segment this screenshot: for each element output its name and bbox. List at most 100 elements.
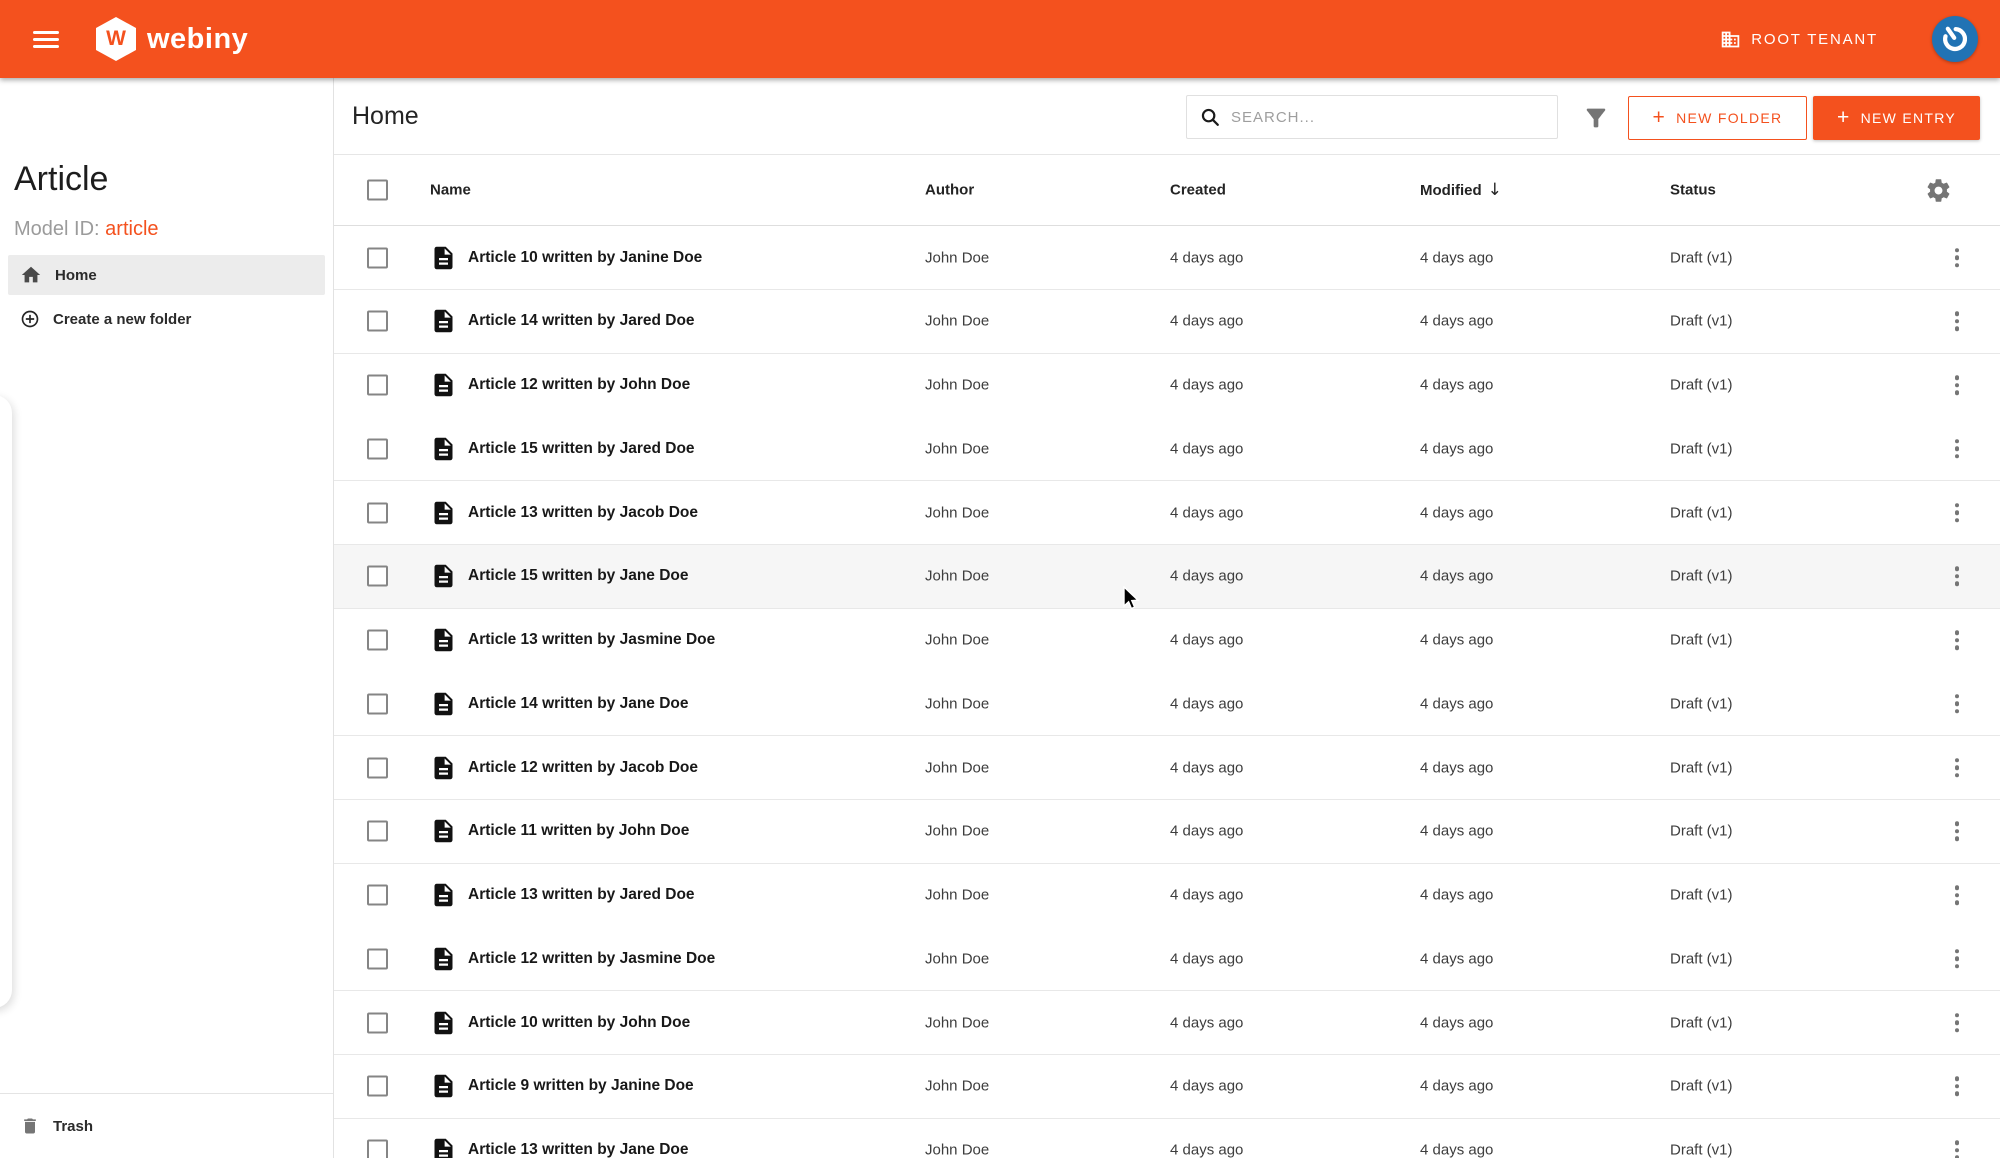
page-title: Home xyxy=(352,102,419,130)
table-body: Article 10 written by Janine Doe John Do… xyxy=(334,226,2000,1158)
model-id-label: Model ID: xyxy=(14,218,100,240)
row-checkbox[interactable] xyxy=(367,310,388,332)
article-name-link[interactable]: Article 13 written by Jasmine Doe xyxy=(468,631,715,649)
column-header-created[interactable]: Created xyxy=(1170,182,1226,199)
created-cell: 4 days ago xyxy=(1170,440,1244,458)
article-name-link[interactable]: Article 11 written by John Doe xyxy=(468,822,689,840)
add-circle-icon xyxy=(20,309,40,329)
row-checkbox[interactable] xyxy=(367,374,388,396)
table-row[interactable]: Article 15 written by Jane Doe John Doe … xyxy=(334,544,2000,609)
article-name-link[interactable]: Article 13 written by Jacob Doe xyxy=(468,504,698,522)
table-row[interactable]: Article 13 written by Jasmine Doe John D… xyxy=(334,608,2000,673)
table-row[interactable]: Article 9 written by Janine Doe John Doe… xyxy=(334,1054,2000,1119)
row-checkbox[interactable] xyxy=(367,438,388,460)
row-menu-button[interactable] xyxy=(1934,563,1980,591)
row-menu-button[interactable] xyxy=(1934,754,1980,782)
row-checkbox[interactable] xyxy=(367,502,388,523)
table-row[interactable]: Article 12 written by Jasmine Doe John D… xyxy=(334,927,2000,992)
row-checkbox[interactable] xyxy=(367,948,388,970)
create-folder-button[interactable]: Create a new folder xyxy=(8,300,325,338)
webiny-logo: W webiny xyxy=(96,17,248,61)
table-row[interactable]: Article 15 written by Jared Doe John Doe… xyxy=(334,417,2000,482)
article-name-link[interactable]: Article 13 written by Jared Doe xyxy=(468,886,695,904)
article-name-link[interactable]: Article 15 written by Jane Doe xyxy=(468,567,689,585)
table-row[interactable]: Article 12 written by John Doe John Doe … xyxy=(334,353,2000,418)
author-cell: John Doe xyxy=(925,950,990,968)
new-entry-button[interactable]: + NEW ENTRY xyxy=(1813,96,1980,140)
plus-icon: + xyxy=(1836,105,1851,129)
article-name-link[interactable]: Article 15 written by Jared Doe xyxy=(468,440,695,458)
row-menu-button[interactable] xyxy=(1934,945,1980,973)
row-menu-button[interactable] xyxy=(1934,881,1980,909)
row-menu-button[interactable] xyxy=(1934,435,1980,463)
row-checkbox[interactable] xyxy=(367,757,388,778)
modified-cell: 4 days ago xyxy=(1420,504,1494,521)
home-icon xyxy=(20,264,42,286)
column-header-name[interactable]: Name xyxy=(430,182,471,199)
row-menu-button[interactable] xyxy=(1934,1009,1980,1037)
row-menu-button[interactable] xyxy=(1934,1073,1980,1101)
article-name-link[interactable]: Article 10 written by Janine Doe xyxy=(468,249,702,267)
article-file-icon xyxy=(430,754,457,781)
table-row[interactable]: Article 10 written by Janine Doe John Do… xyxy=(334,226,2000,290)
table-row[interactable]: Article 11 written by John Doe John Doe … xyxy=(334,799,2000,864)
row-checkbox[interactable] xyxy=(367,884,388,906)
status-cell: Draft (v1) xyxy=(1670,376,1733,394)
created-cell: 4 days ago xyxy=(1170,376,1244,394)
article-name-link[interactable]: Article 14 written by Jared Doe xyxy=(468,312,695,330)
modified-cell: 4 days ago xyxy=(1420,376,1494,394)
article-name-link[interactable]: Article 10 written by John Doe xyxy=(468,1014,690,1032)
row-menu-button[interactable] xyxy=(1934,690,1980,718)
search-input[interactable] xyxy=(1231,108,1545,126)
user-avatar[interactable] xyxy=(1932,16,1978,62)
column-header-modified[interactable]: Modified ↓ xyxy=(1420,180,1502,200)
new-folder-button[interactable]: + NEW FOLDER xyxy=(1628,96,1807,140)
row-checkbox[interactable] xyxy=(367,1012,388,1033)
article-name-link[interactable]: Article 14 written by Jane Doe xyxy=(468,695,689,713)
modified-cell: 4 days ago xyxy=(1420,822,1494,840)
column-header-author[interactable]: Author xyxy=(925,182,974,199)
table-settings-button[interactable] xyxy=(1923,175,1953,205)
table-row[interactable]: Article 14 written by Jared Doe John Doe… xyxy=(334,289,2000,354)
table-row[interactable]: Article 12 written by Jacob Doe John Doe… xyxy=(334,736,2000,800)
table-row[interactable]: Article 14 written by Jane Doe John Doe … xyxy=(334,672,2000,737)
row-checkbox[interactable] xyxy=(367,820,388,842)
table-row[interactable]: Article 10 written by John Doe John Doe … xyxy=(334,991,2000,1055)
article-name-link[interactable]: Article 12 written by Jacob Doe xyxy=(468,759,698,777)
author-cell: John Doe xyxy=(925,631,990,649)
status-cell: Draft (v1) xyxy=(1670,950,1733,968)
trash-button[interactable]: Trash xyxy=(8,1105,325,1147)
article-name-link[interactable]: Article 13 written by Jane Doe xyxy=(468,1141,689,1158)
building-icon xyxy=(1720,29,1741,50)
modified-cell: 4 days ago xyxy=(1420,567,1494,585)
row-checkbox[interactable] xyxy=(367,1075,388,1097)
table-row[interactable]: Article 13 written by Jared Doe John Doe… xyxy=(334,863,2000,928)
row-checkbox[interactable] xyxy=(367,247,388,268)
table-row[interactable]: Article 13 written by Jane Doe John Doe … xyxy=(334,1118,2000,1158)
created-cell: 4 days ago xyxy=(1170,1077,1244,1095)
article-file-icon xyxy=(430,563,457,590)
row-checkbox[interactable] xyxy=(367,629,388,651)
tenant-selector[interactable]: ROOT TENANT xyxy=(1720,0,1878,78)
article-name-link[interactable]: Article 9 written by Janine Doe xyxy=(468,1077,694,1095)
sidebar-item-home[interactable]: Home xyxy=(8,255,325,295)
select-all-checkbox[interactable] xyxy=(367,179,388,201)
article-name-link[interactable]: Article 12 written by Jasmine Doe xyxy=(468,950,715,968)
row-menu-button[interactable] xyxy=(1934,308,1980,336)
row-menu-button[interactable] xyxy=(1934,499,1980,527)
table-row[interactable]: Article 13 written by Jacob Doe John Doe… xyxy=(334,481,2000,545)
row-checkbox[interactable] xyxy=(367,565,388,587)
row-checkbox[interactable] xyxy=(367,693,388,715)
row-menu-button[interactable] xyxy=(1934,371,1980,399)
row-menu-button[interactable] xyxy=(1934,626,1980,654)
row-menu-button[interactable] xyxy=(1934,1136,1980,1158)
row-menu-button[interactable] xyxy=(1934,244,1980,272)
article-name-link[interactable]: Article 12 written by John Doe xyxy=(468,376,690,394)
menu-icon[interactable] xyxy=(33,26,59,52)
row-menu-button[interactable] xyxy=(1934,818,1980,846)
modified-cell: 4 days ago xyxy=(1420,631,1494,649)
model-id-value[interactable]: article xyxy=(105,218,158,240)
row-checkbox[interactable] xyxy=(367,1139,388,1158)
filter-button[interactable] xyxy=(1582,104,1612,132)
column-header-status[interactable]: Status xyxy=(1670,182,1716,199)
